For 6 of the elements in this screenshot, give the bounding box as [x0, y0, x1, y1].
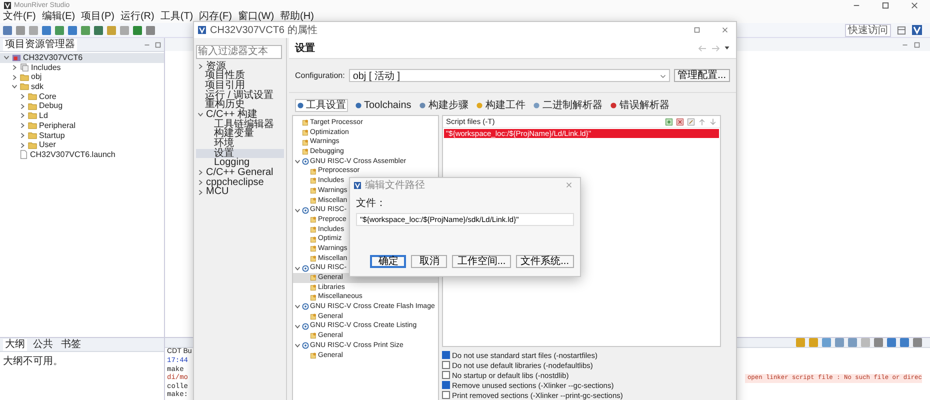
dialog-title: 编辑文件路径	[365, 178, 425, 192]
outline-message: 大纲不可用。	[2, 354, 64, 369]
page-heading: 设置	[295, 42, 315, 55]
field-label: 文件：	[356, 196, 387, 210]
dialog-title: CH32V307VCT6 的属性	[210, 24, 318, 37]
configuration-label: Configuration:	[295, 71, 345, 80]
